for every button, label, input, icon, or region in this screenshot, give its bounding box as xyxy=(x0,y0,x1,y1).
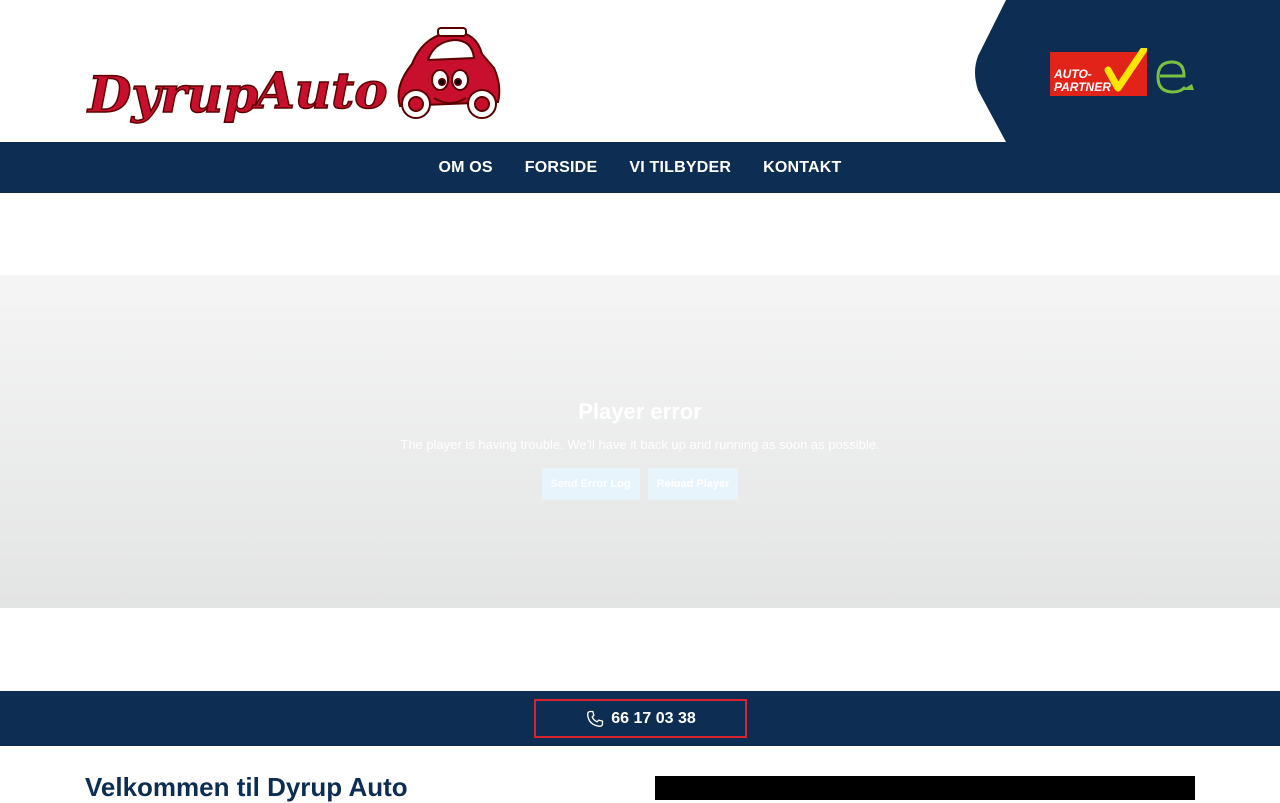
call-bar: 66 17 03 38 xyxy=(0,691,1280,746)
call-phone-button[interactable]: 66 17 03 38 xyxy=(534,699,747,738)
phone-icon xyxy=(587,710,604,727)
welcome-heading: Velkommen til Dyrup Auto xyxy=(85,772,408,802)
svg-text:Auto: Auto xyxy=(252,61,388,120)
embedded-video[interactable] xyxy=(655,776,1195,800)
autopartner-badge[interactable]: AUTO- PARTNER xyxy=(1050,48,1147,96)
nav-item-forside[interactable]: FORSIDE xyxy=(525,159,598,177)
nav-item-om-os[interactable]: OM OS xyxy=(438,159,492,177)
car-mascot-icon xyxy=(397,27,501,119)
nav-item-kontakt[interactable]: KONTAKT xyxy=(763,159,841,177)
svg-text:Dyrup: Dyrup xyxy=(86,65,258,124)
main-nav: OM OS FORSIDE VI TILBYDER KONTAKT xyxy=(0,142,1280,193)
player-error-actions: Send Error Log Reload Player xyxy=(541,468,739,500)
e-charging-logo xyxy=(1156,60,1194,94)
site-logo[interactable]: Dyrup Auto xyxy=(85,24,506,125)
send-error-log-button[interactable]: Send Error Log xyxy=(541,468,640,500)
reload-player-button[interactable]: Reload Player xyxy=(647,468,739,500)
player-error-message: The player is having trouble. We'll have… xyxy=(400,437,880,452)
site-header: Dyrup Auto AUTO- PARTNER xyxy=(0,0,1280,142)
svg-text:PARTNER: PARTNER xyxy=(1054,80,1111,94)
phone-number: 66 17 03 38 xyxy=(611,709,696,727)
video-player[interactable]: Player error The player is having troubl… xyxy=(0,275,1280,608)
player-error-title: Player error xyxy=(578,399,702,424)
dyrup-auto-logo: Dyrup Auto xyxy=(85,27,501,125)
nav-item-vi-tilbyder[interactable]: VI TILBYDER xyxy=(629,159,731,177)
svg-text:AUTO-: AUTO- xyxy=(1053,67,1092,81)
